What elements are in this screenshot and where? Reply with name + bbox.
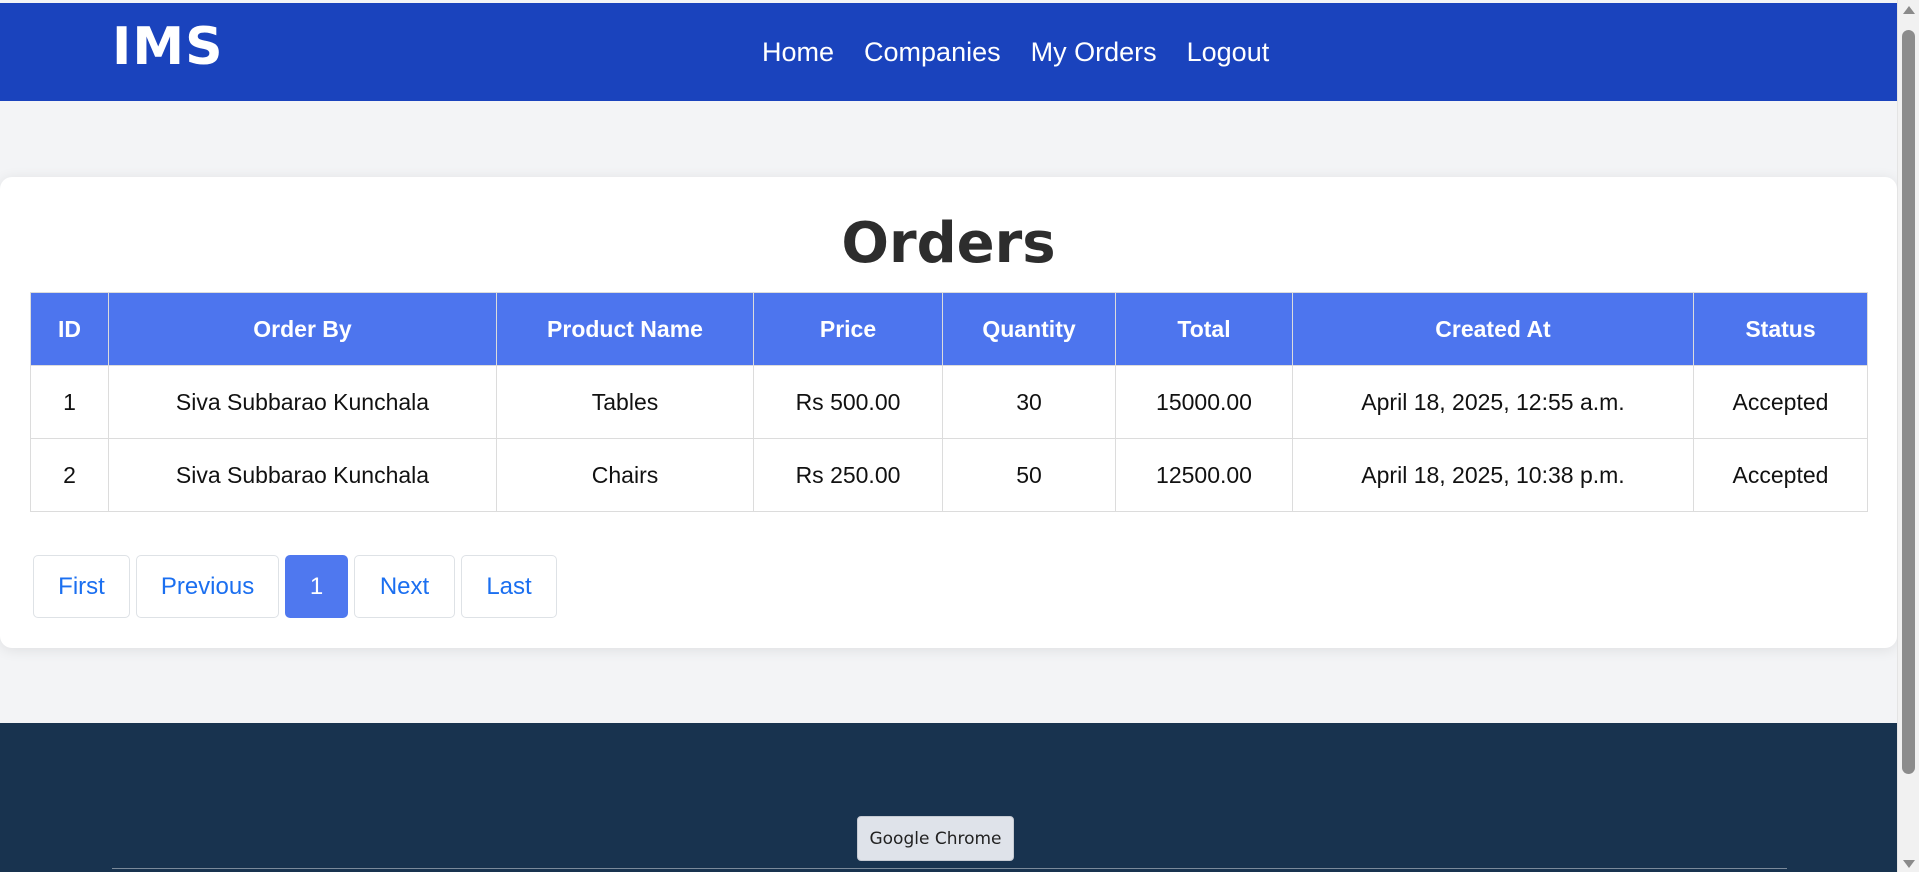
scroll-up-arrow-icon[interactable] — [1903, 6, 1915, 14]
column-header-status: Status — [1693, 292, 1868, 366]
cell-id: 1 — [30, 365, 109, 439]
cell-price: Rs 500.00 — [753, 365, 943, 439]
scrollbar-thumb[interactable] — [1902, 30, 1915, 774]
brand-logo[interactable]: IMS — [112, 17, 224, 77]
page-title: Orders — [841, 211, 1056, 276]
cell-total: 12500.00 — [1115, 438, 1293, 512]
cell-quantity: 50 — [942, 438, 1116, 512]
cell-product-name: Chairs — [496, 438, 754, 512]
nav-home-link[interactable]: Home — [762, 37, 834, 68]
cell-quantity: 30 — [942, 365, 1116, 439]
column-header-price: Price — [753, 292, 943, 366]
nav-my-orders-link[interactable]: My Orders — [1031, 37, 1157, 68]
last-page-button[interactable]: Last — [461, 555, 557, 618]
first-page-button[interactable]: First — [33, 555, 130, 618]
column-header-order-by: Order By — [108, 292, 497, 366]
nav-companies-link[interactable]: Companies — [864, 37, 1001, 68]
orders-table: ID Order By Product Name Price Quantity … — [30, 292, 1868, 512]
page: IMS Home Companies My Orders Logout Orde… — [0, 0, 1897, 872]
cell-created-at: April 18, 2025, 10:38 p.m. — [1292, 438, 1694, 512]
cell-product-name: Tables — [496, 365, 754, 439]
cell-created-at: April 18, 2025, 12:55 a.m. — [1292, 365, 1694, 439]
cell-price: Rs 250.00 — [753, 438, 943, 512]
cell-status: Accepted — [1693, 438, 1868, 512]
column-header-quantity: Quantity — [942, 292, 1116, 366]
next-page-button[interactable]: Next — [354, 555, 455, 618]
pagination: First Previous 1 Next Last — [33, 555, 557, 618]
vertical-scrollbar[interactable] — [1897, 0, 1919, 872]
previous-page-button[interactable]: Previous — [136, 555, 279, 618]
column-header-id: ID — [30, 292, 109, 366]
top-navbar: IMS Home Companies My Orders Logout — [0, 3, 1897, 101]
table-row: 2 Siva Subbarao Kunchala Chairs Rs 250.0… — [30, 438, 1868, 512]
cell-total: 15000.00 — [1115, 365, 1293, 439]
current-page-button[interactable]: 1 — [285, 555, 348, 618]
table-row: 1 Siva Subbarao Kunchala Tables Rs 500.0… — [30, 365, 1868, 439]
table-header: ID Order By Product Name Price Quantity … — [30, 292, 1868, 366]
column-header-total: Total — [1115, 292, 1293, 366]
footer-divider — [112, 868, 1787, 869]
cell-status: Accepted — [1693, 365, 1868, 439]
header-row: ID Order By Product Name Price Quantity … — [30, 292, 1868, 366]
column-header-created-at: Created At — [1292, 292, 1694, 366]
cell-order-by: Siva Subbarao Kunchala — [108, 438, 497, 512]
main-nav: Home Companies My Orders Logout — [762, 37, 1269, 68]
scroll-down-arrow-icon[interactable] — [1903, 860, 1915, 868]
column-header-product-name: Product Name — [496, 292, 754, 366]
tooltip: Google Chrome — [857, 816, 1014, 861]
orders-card: Orders ID Order By Product Name Price Qu… — [0, 177, 1897, 648]
cell-id: 2 — [30, 438, 109, 512]
nav-logout-link[interactable]: Logout — [1187, 37, 1270, 68]
cell-order-by: Siva Subbarao Kunchala — [108, 365, 497, 439]
table-body: 1 Siva Subbarao Kunchala Tables Rs 500.0… — [30, 365, 1868, 512]
